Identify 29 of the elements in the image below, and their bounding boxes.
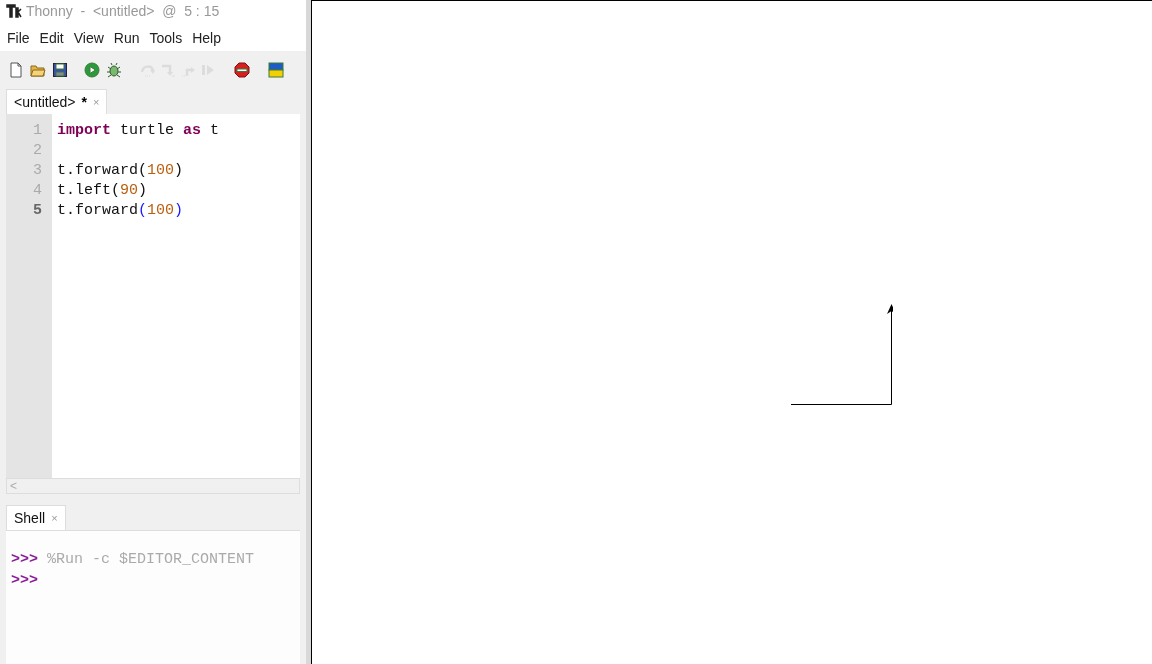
line-number: 3 <box>32 161 43 181</box>
code-line: t.left(90) <box>57 181 149 201</box>
line-number: 2 <box>32 141 43 161</box>
bug-icon[interactable] <box>106 62 122 78</box>
menu-item[interactable]: Help <box>187 27 226 49</box>
flag-icon[interactable] <box>268 62 284 78</box>
line-number: 1 <box>32 121 43 141</box>
stop-sign-icon[interactable] <box>234 62 250 78</box>
code-line: import turtle as t <box>57 121 221 141</box>
folder-icon[interactable] <box>30 62 46 78</box>
new-file-icon[interactable] <box>8 62 24 78</box>
line-number: 5 <box>32 201 43 221</box>
menu-item[interactable]: Edit <box>34 27 69 49</box>
menu-item[interactable]: Tools <box>144 27 188 49</box>
code-line: t.forward(100) <box>57 201 185 221</box>
tab[interactable]: Shell × <box>6 505 66 530</box>
app-logo-icon <box>6 4 22 18</box>
menu-item[interactable]: View <box>68 27 109 49</box>
menu-item[interactable]: File <box>2 27 35 49</box>
play-icon[interactable] <box>84 62 100 78</box>
modified-marker: * <box>81 95 87 109</box>
tab[interactable]: <untitled> * × <box>6 89 108 114</box>
line-number: 4 <box>32 181 43 201</box>
shell-command: %Run -c $EDITOR_CONTENT <box>47 550 255 570</box>
code-line: t.forward(100) <box>57 161 185 181</box>
shell-prompt: >>> <box>11 550 38 570</box>
shell-prompt: >>> <box>11 571 38 591</box>
menu-item[interactable]: Run <box>108 27 145 49</box>
window-title: Thonny - <untitled> @ 5 : 15 <box>26 1 220 21</box>
